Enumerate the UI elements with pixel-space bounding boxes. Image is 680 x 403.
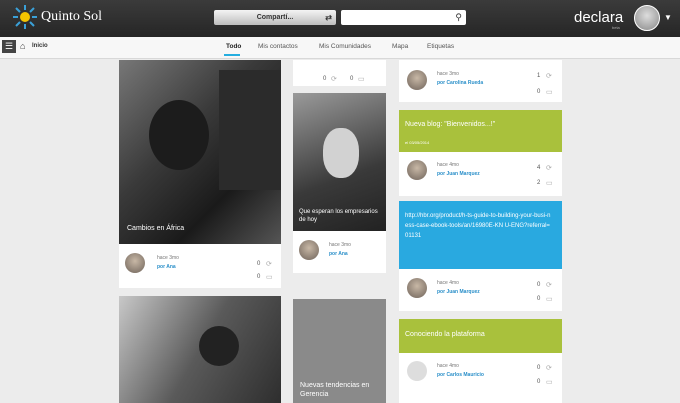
post-author[interactable]: por Carlos Mauricio — [437, 372, 484, 378]
comment-count: 0 — [537, 379, 541, 385]
user-avatar[interactable] — [634, 5, 660, 31]
comment-icon[interactable]: ▭ — [546, 179, 553, 187]
post-time: hace 4mo — [437, 280, 459, 286]
comment-icon[interactable]: ▭ — [546, 88, 553, 96]
declara-logo[interactable]: declara — [574, 9, 623, 26]
share-icon[interactable]: ⟳ — [546, 72, 552, 80]
brand-name[interactable]: Quinto Sol — [41, 9, 102, 25]
menu-icon[interactable]: ☰ — [2, 40, 16, 53]
sun-logo-icon[interactable] — [12, 4, 38, 30]
comment-count: 0 — [257, 274, 261, 280]
post-author[interactable]: por Ana — [157, 264, 176, 270]
post-card[interactable]: Conociendo la plataforma hace 4mo por Ca… — [399, 319, 562, 403]
post-caption: Nuevas tendencias en Gerencia — [300, 382, 370, 398]
search-input[interactable]: ⚲ — [341, 10, 466, 25]
active-tab-indicator — [224, 54, 240, 56]
tab-todo[interactable]: Todo — [226, 43, 241, 50]
share-button[interactable]: Compartí... ⇄ — [214, 10, 336, 25]
post-card[interactable]: Nuevas tendencias en Gerencia — [293, 299, 386, 403]
share-count: 0 — [537, 282, 541, 288]
home-icon[interactable]: ⌂ — [20, 41, 25, 51]
post-image[interactable]: Cambios en África — [119, 60, 281, 244]
post-image[interactable] — [119, 296, 281, 403]
post-author[interactable]: por Ana — [329, 251, 348, 257]
share-count: 4 — [537, 165, 541, 171]
share-icon[interactable]: ⟳ — [546, 164, 552, 172]
post-time: hace 3mo — [329, 242, 351, 248]
tab-mis-comunidades[interactable]: Mis Comunidades — [319, 43, 371, 50]
comment-count: 0 — [537, 296, 541, 302]
post-card[interactable]: Nueva blog: "Bienvenidos...!" el 03/05/2… — [399, 110, 562, 196]
avatar[interactable] — [299, 240, 319, 260]
share-label: Compartí... — [256, 14, 294, 21]
post-image[interactable]: Que esperan los empresarios de hoy — [293, 93, 386, 231]
post-banner[interactable]: Nueva blog: "Bienvenidos...!" el 03/05/2… — [399, 110, 562, 152]
share-icon: ⇄ — [325, 13, 332, 22]
chevron-down-icon[interactable]: ▼ — [664, 13, 672, 22]
comment-count: 2 — [537, 180, 541, 186]
post-author[interactable]: por Juan Marquez — [437, 289, 480, 295]
declara-beta-label: beta — [612, 25, 620, 30]
post-date: el 03/05/2014 — [405, 140, 430, 145]
avatar[interactable] — [407, 70, 427, 90]
comment-count: 0 — [350, 76, 354, 82]
post-title: Nueva blog: "Bienvenidos...!" — [405, 121, 496, 128]
tab-mis-contactos[interactable]: Mis contactos — [258, 43, 298, 50]
post-link[interactable]: http://hbr.org/product/h-ts-guide-to-bui… — [405, 211, 553, 241]
post-author[interactable]: por Carolina Rueda — [437, 80, 483, 86]
post-card[interactable] — [119, 296, 281, 403]
tab-mapa[interactable]: Mapa — [392, 43, 408, 50]
post-card[interactable]: Que esperan los empresarios de hoy hace … — [293, 93, 386, 273]
post-caption: Que esperan los empresarios de hoy — [299, 209, 378, 223]
sub-navigation: ☰ ⌂ Inicio Todo Mis contactos Mis Comuni… — [0, 37, 680, 59]
share-icon[interactable]: ⟳ — [546, 364, 552, 372]
avatar[interactable] — [407, 278, 427, 298]
share-count: 0 — [537, 365, 541, 371]
share-count: 0 — [323, 76, 327, 82]
breadcrumb[interactable]: Inicio — [32, 43, 48, 49]
post-time: hace 3mo — [157, 255, 179, 261]
comment-icon[interactable]: ▭ — [546, 378, 553, 386]
post-title: Conociendo la plataforma — [405, 331, 485, 338]
post-banner[interactable]: http://hbr.org/product/h-ts-guide-to-bui… — [399, 201, 562, 269]
comment-icon[interactable]: ▭ — [546, 295, 553, 303]
post-time: hace 3mo — [437, 71, 459, 77]
search-icon[interactable]: ⚲ — [455, 10, 462, 25]
comment-count: 0 — [537, 89, 541, 95]
post-author[interactable]: por Juan Marquez — [437, 171, 480, 177]
avatar[interactable] — [407, 160, 427, 180]
post-banner[interactable]: Conociendo la plataforma — [399, 319, 562, 353]
avatar[interactable] — [407, 361, 427, 381]
tab-etiquetas[interactable]: Etiquetas — [427, 43, 454, 50]
post-time: hace 4mo — [437, 162, 459, 168]
share-count: 1 — [537, 73, 541, 79]
share-count: 0 — [257, 261, 261, 267]
top-bar: Quinto Sol Compartí... ⇄ ⚲ declara beta … — [0, 0, 680, 37]
post-time: hace 4mo — [437, 363, 459, 369]
post-card[interactable]: http://hbr.org/product/h-ts-guide-to-bui… — [399, 201, 562, 311]
post-card[interactable]: hace 3mo por Carolina Rueda 1 ⟳ 0 ▭ — [399, 60, 562, 102]
post-card[interactable]: 0 ⟳ 0 ▭ — [293, 60, 386, 86]
post-caption: Cambios en África — [127, 225, 185, 232]
post-card[interactable]: Cambios en África hace 3mo por Ana 0 ⟳ 0… — [119, 60, 281, 288]
comment-icon[interactable]: ▭ — [358, 75, 365, 83]
share-icon[interactable]: ⟳ — [331, 75, 337, 83]
share-icon[interactable]: ⟳ — [546, 281, 552, 289]
share-icon[interactable]: ⟳ — [266, 260, 272, 268]
comment-icon[interactable]: ▭ — [266, 273, 273, 281]
avatar[interactable] — [125, 253, 145, 273]
